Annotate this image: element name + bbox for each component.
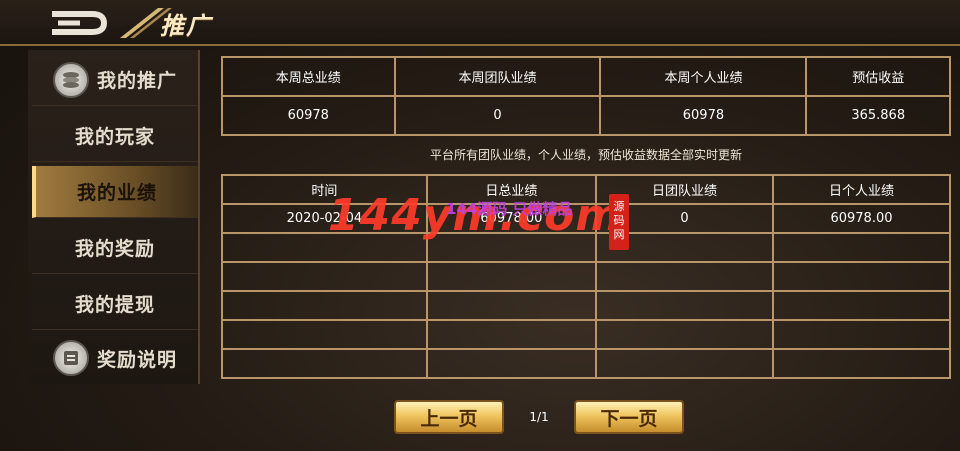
document-icon [52, 340, 89, 376]
stat-header: 本周团队业绩 [393, 56, 602, 97]
sidebar-item-my-rewards[interactable]: 我的奖励 [32, 222, 198, 274]
stat-value: 60978 [221, 95, 396, 136]
sidebar-item-label: 我的玩家 [74, 126, 155, 148]
top-bar: 推广 [0, 0, 960, 46]
realtime-notice: 平台所有团队业绩，个人业绩，预估收益数据全部实时更新 [429, 148, 742, 162]
sidebar-item-label: 我的奖励 [74, 238, 155, 260]
stat-header: 预估收益 [805, 56, 951, 97]
sidebar-item-my-promotion[interactable]: 我的推广 [32, 54, 198, 106]
next-page-button[interactable]: 下一页 [574, 400, 684, 434]
sidebar-item-label: 我的业绩 [76, 182, 157, 204]
watermark-subtext: 144源码 只做精品 [446, 200, 573, 218]
stat-value: 0 [393, 95, 602, 136]
stat-header: 本周个人业绩 [599, 56, 808, 97]
column-header: 日个人业绩 [771, 174, 952, 205]
back-arrow-icon[interactable] [40, 4, 180, 42]
sidebar-item-label: 奖励说明 [96, 348, 177, 371]
coin-stack-icon [52, 61, 89, 98]
stat-header: 本周总业绩 [221, 56, 396, 97]
sidebar-item-my-withdrawal[interactable]: 我的提现 [32, 278, 198, 330]
table-row-empty [221, 290, 952, 321]
sidebar-item-my-performance[interactable]: 我的业绩 [32, 166, 198, 218]
sidebar-item-my-players[interactable]: 我的玩家 [32, 110, 198, 162]
table-row-empty [221, 348, 952, 379]
page-indicator: 1/1 [529, 410, 549, 424]
sidebar-item-label: 我的提现 [74, 294, 155, 316]
table-row-empty [221, 261, 952, 292]
table-row-empty [221, 319, 952, 350]
cell-personal: 60978.00 [771, 203, 952, 234]
watermark-stamp: 源码网 [609, 194, 629, 250]
table-row: 60978 0 60978 365.868 [221, 95, 951, 136]
table-header-row: 本周总业绩 本周团队业绩 本周个人业绩 预估收益 [221, 56, 951, 97]
sidebar-item-reward-info[interactable]: 奖励说明 [32, 332, 198, 384]
page-title: 推广 [160, 12, 212, 40]
stat-value: 365.868 [805, 95, 951, 136]
sidebar: 我的推广 我的玩家 我的业绩 我的奖励 我的提现 奖励说明 [28, 50, 200, 384]
sidebar-item-label: 我的推广 [96, 70, 177, 92]
stat-value: 60978 [599, 95, 808, 136]
weekly-stats-table: 本周总业绩 本周团队业绩 本周个人业绩 预估收益 60978 0 60978 3… [221, 56, 951, 136]
prev-page-button[interactable]: 上一页 [394, 400, 504, 434]
